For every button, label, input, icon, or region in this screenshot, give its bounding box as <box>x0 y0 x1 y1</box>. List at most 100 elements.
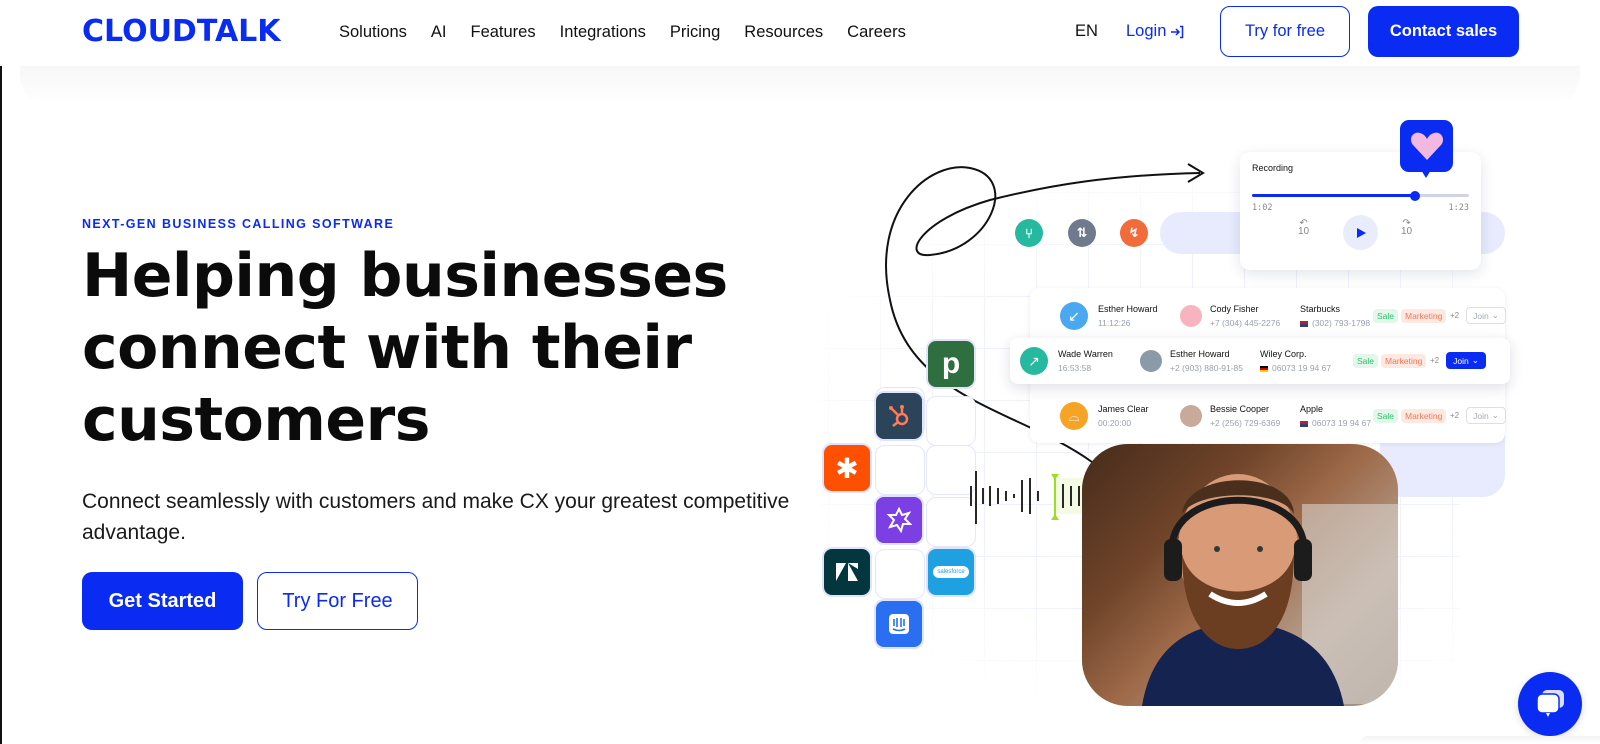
flag-us-icon <box>1300 320 1308 327</box>
salesforce-logo[interactable]: salesforce <box>928 549 974 595</box>
tag-marketing: Marketing <box>1401 409 1447 423</box>
language-selector[interactable]: EN <box>1075 22 1098 41</box>
wrike-icon <box>886 507 912 533</box>
agent-illustration <box>1082 444 1398 706</box>
heart-reaction-badge <box>1400 120 1453 172</box>
company-phone: 06073 19 94 67 <box>1300 418 1371 428</box>
skip-back-button[interactable]: ↶ 10 <box>1298 219 1310 237</box>
agent-phone: +2 (256) 729-6369 <box>1210 418 1281 428</box>
zendesk-icon <box>836 563 858 581</box>
company-name: Starbucks <box>1300 304 1341 314</box>
agent-phone: +7 (304) 445-2276 <box>1210 318 1281 328</box>
agent-name: Bessie Cooper <box>1210 404 1270 414</box>
chat-bubbles-icon <box>1536 690 1564 717</box>
agent-avatar <box>1140 350 1162 372</box>
join-call-button[interactable]: Join ⌄ <box>1466 307 1506 324</box>
hubspot-logo[interactable] <box>876 393 922 439</box>
company-phone-number: 06073 19 94 67 <box>1312 418 1372 428</box>
cloudtalk-logo[interactable]: CLOUDTALK <box>82 15 281 49</box>
play-button[interactable] <box>1343 215 1378 250</box>
recording-title: Recording <box>1252 163 1294 173</box>
pipedrive-logo[interactable]: p <box>928 341 974 387</box>
login-link[interactable]: Login <box>1126 22 1184 41</box>
recording-progress-track[interactable] <box>1252 190 1469 201</box>
company-name: Apple <box>1300 404 1324 414</box>
site-header: CLOUDTALK Solutions AI Features Integrat… <box>0 0 1600 66</box>
chevron-down-icon: ⌄ <box>1491 410 1499 420</box>
call-row[interactable]: ⌓ James Clear 00:20:00 Bessie Cooper +2 … <box>1030 393 1506 439</box>
call-row[interactable]: ↙ Esther Howard 11:12:26 Cody Fisher +7 … <box>1030 293 1506 339</box>
zendesk-logo[interactable] <box>824 549 870 595</box>
nav-pricing[interactable]: Pricing <box>670 22 720 42</box>
caller-name: Wade Warren <box>1058 349 1113 359</box>
skip-forward-button[interactable]: ↷ 10 <box>1401 219 1413 237</box>
agent-avatar <box>1180 305 1202 327</box>
try-for-free-hero-button[interactable]: Try For Free <box>257 572 418 630</box>
agent-avatar <box>1180 405 1202 427</box>
login-label: Login <box>1126 22 1167 40</box>
wrike-logo[interactable] <box>876 497 922 543</box>
company-name: Wiley Corp. <box>1260 349 1307 359</box>
zapier-asterisk: ✱ <box>835 452 859 484</box>
chevron-down-icon: ⌄ <box>1471 355 1479 365</box>
call-time: 11:12:26 <box>1098 318 1131 328</box>
join-label: Join <box>1453 355 1469 366</box>
more-tags-count: +2 <box>1450 411 1460 420</box>
call-time: 00:20:00 <box>1098 418 1132 428</box>
nav-solutions[interactable]: Solutions <box>339 22 407 42</box>
company-phone: (302) 793-1798 <box>1300 318 1370 328</box>
chat-widget-button[interactable] <box>1518 672 1582 736</box>
join-call-button[interactable]: Join ⌄ <box>1446 352 1486 369</box>
join-call-button[interactable]: Join ⌄ <box>1466 407 1506 424</box>
tag-marketing: Marketing <box>1401 309 1447 323</box>
salesforce-cloud: salesforce <box>933 566 969 578</box>
company-phone-number: 06073 19 94 67 <box>1272 363 1332 373</box>
call-incoming-icon: ↙ <box>1060 302 1088 330</box>
grid-cell <box>875 549 925 599</box>
contact-sales-button[interactable]: Contact sales <box>1368 6 1519 57</box>
headline-line: Helping businesses <box>82 241 728 311</box>
recording-progress-handle[interactable] <box>1409 190 1420 201</box>
nav-integrations[interactable]: Integrations <box>560 22 646 42</box>
caller-name: James Clear <box>1098 404 1149 414</box>
tag-marketing: Marketing <box>1381 354 1427 368</box>
recording-total-time: 1:23 <box>1448 203 1469 213</box>
get-started-button[interactable]: Get Started <box>82 572 243 630</box>
skip-back-seconds: 10 <box>1298 226 1310 237</box>
agent-name: Cody Fisher <box>1210 304 1259 314</box>
recording-progress-fill <box>1252 194 1415 197</box>
pipedrive-letter: p <box>941 347 961 380</box>
main-nav: Solutions AI Features Integrations Prici… <box>339 22 906 42</box>
tag-sale: Sale <box>1373 409 1399 423</box>
agent-phone: +2 (903) 880-91-85 <box>1170 363 1244 373</box>
agent-name: Esther Howard <box>1170 349 1230 359</box>
hubspot-icon <box>889 405 909 427</box>
agent-photo <box>1082 444 1398 706</box>
hero-headline: Helping businesses connect with their cu… <box>82 240 782 456</box>
login-arrow-icon <box>1171 25 1184 38</box>
nav-careers[interactable]: Careers <box>847 22 906 42</box>
join-label: Join <box>1473 410 1489 421</box>
join-label: Join <box>1473 310 1489 321</box>
grid-cell <box>875 445 925 495</box>
grid-cell <box>926 396 976 446</box>
nav-ai[interactable]: AI <box>431 22 447 42</box>
transfer-icon: ⇅ <box>1068 219 1096 247</box>
hero-subtext: Connect seamlessly with customers and ma… <box>82 490 790 544</box>
caller-name: Esther Howard <box>1098 304 1158 314</box>
split-icon: ⑂ <box>1015 219 1043 247</box>
flag-us-icon <box>1300 420 1308 427</box>
hero-eyebrow: NEXT-GEN BUSINESS CALLING SOFTWARE <box>82 217 395 231</box>
call-row[interactable]: ↗ Wade Warren 16:53:58 Esther Howard +2 … <box>1010 338 1510 384</box>
try-for-free-button[interactable]: Try for free <box>1220 6 1350 57</box>
nav-features[interactable]: Features <box>470 22 535 42</box>
recording-current-time: 1:02 <box>1252 203 1273 213</box>
more-tags-count: +2 <box>1450 311 1460 320</box>
more-tags-count: +2 <box>1430 356 1440 365</box>
call-time: 16:53:58 <box>1058 363 1092 373</box>
heart-icon <box>1410 132 1443 160</box>
zapier-logo[interactable]: ✱ <box>824 445 870 491</box>
intercom-logo[interactable] <box>876 601 922 647</box>
skip-forward-seconds: 10 <box>1401 226 1413 237</box>
nav-resources[interactable]: Resources <box>744 22 823 42</box>
